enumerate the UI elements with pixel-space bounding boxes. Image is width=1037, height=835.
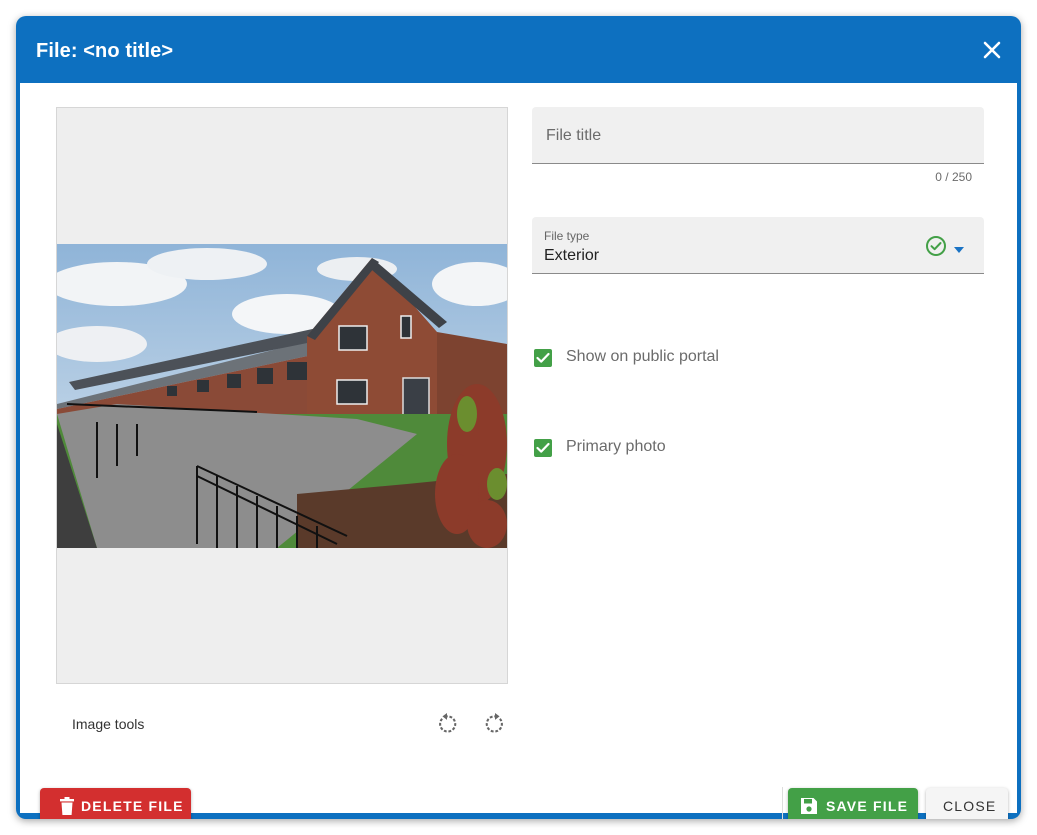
file-type-label: File type — [544, 229, 590, 243]
primary-photo-checkbox[interactable] — [534, 439, 552, 457]
primary-photo-label: Primary photo — [566, 438, 666, 455]
floppy-disk-icon — [800, 797, 818, 818]
delete-file-label: DELETE FILE — [81, 798, 184, 814]
show-public-label: Show on public portal — [566, 348, 719, 365]
close-icon[interactable] — [982, 40, 1002, 60]
close-button[interactable]: CLOSE — [926, 788, 1008, 819]
check-circle-icon — [925, 235, 947, 257]
file-type-value: Exterior — [544, 247, 600, 264]
save-file-button[interactable]: SAVE FILE — [788, 788, 918, 819]
checkmark-icon — [536, 352, 550, 363]
title-char-counter: 0 / 250 — [935, 170, 972, 184]
file-title-input[interactable] — [544, 123, 968, 149]
show-public-checkbox[interactable] — [534, 349, 552, 367]
footer-divider — [782, 787, 783, 819]
house-photo — [57, 244, 507, 548]
file-title-field[interactable] — [532, 107, 984, 164]
delete-file-button[interactable]: DELETE FILE — [40, 788, 191, 819]
dialog-title: File: <no title> — [36, 40, 174, 62]
checkmark-icon — [536, 442, 550, 453]
rotate-right-icon[interactable] — [482, 711, 508, 737]
save-file-label: SAVE FILE — [826, 798, 909, 814]
dialog-content: Image tools 0 / 250 File type Exterior — [20, 83, 1017, 819]
close-button-label: CLOSE — [943, 798, 997, 814]
trash-icon — [60, 797, 74, 818]
file-dialog: File: <no title> Image tools File title … — [16, 16, 1021, 819]
file-type-select[interactable]: File type Exterior — [532, 217, 984, 274]
dialog-header: File: <no title> — [16, 16, 1021, 83]
rotate-left-icon[interactable] — [434, 711, 460, 737]
image-preview — [56, 107, 508, 684]
triangle-down-icon[interactable] — [953, 241, 965, 253]
image-tools-label: Image tools — [72, 716, 145, 732]
